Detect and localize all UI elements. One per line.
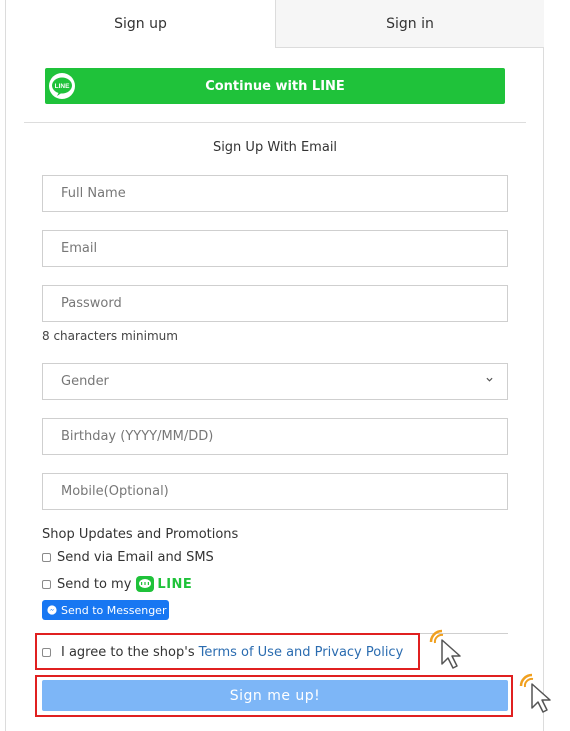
line-badge: LINE	[136, 576, 192, 592]
click-pointer-icon	[429, 629, 461, 669]
gender-select[interactable]: Gender	[42, 363, 508, 400]
mobile-input[interactable]: Mobile(Optional)	[42, 473, 508, 510]
messenger-button-label: Send to Messenger	[61, 603, 167, 617]
click-pointer-icon	[519, 673, 551, 713]
svg-text:LINE: LINE	[55, 83, 70, 90]
tab-sign-up[interactable]: Sign up	[6, 0, 275, 48]
terms-privacy-link[interactable]: Terms of Use and Privacy Policy	[199, 645, 404, 660]
gender-select-value: Gender	[61, 374, 109, 389]
full-name-input[interactable]: Full Name	[42, 175, 508, 212]
line-wordmark: LINE	[157, 576, 193, 592]
send-to-my-label: Send to my	[57, 576, 132, 592]
password-placeholder: Password	[61, 296, 122, 311]
updates-title: Shop Updates and Promotions	[42, 527, 239, 542]
email-sms-label: Send via Email and SMS	[57, 550, 214, 565]
sign-me-up-button[interactable]: Sign me up!	[42, 680, 508, 711]
full-name-placeholder: Full Name	[61, 186, 126, 201]
agree-terms-option[interactable]: I agree to the shop's Terms of Use and P…	[42, 645, 403, 660]
line-chat-icon	[136, 576, 155, 592]
divider	[24, 122, 526, 123]
line-button-label: Continue with LINE	[205, 78, 345, 94]
messenger-icon	[47, 605, 57, 615]
agree-terms-checkbox[interactable]	[42, 648, 51, 657]
mobile-placeholder: Mobile(Optional)	[61, 484, 169, 499]
continue-with-line-button[interactable]: LINE Continue with LINE	[45, 68, 505, 104]
tab-sign-in[interactable]: Sign in	[275, 0, 544, 48]
agree-terms-label: I agree to the shop's	[61, 645, 195, 660]
email-sms-checkbox[interactable]	[42, 553, 51, 562]
line-checkbox[interactable]	[42, 579, 51, 589]
line-logo-icon: LINE	[49, 73, 75, 99]
chevron-down-icon	[486, 377, 493, 382]
password-input[interactable]: Password	[42, 285, 508, 322]
password-hint: 8 characters minimum	[42, 329, 178, 343]
email-placeholder: Email	[61, 241, 98, 256]
line-option[interactable]: Send to my LINE	[42, 576, 192, 592]
form-heading: Sign Up With Email	[212, 140, 338, 155]
email-input[interactable]: Email	[42, 230, 508, 267]
send-to-messenger-button[interactable]: Send to Messenger	[42, 600, 169, 620]
email-sms-option[interactable]: Send via Email and SMS	[42, 550, 214, 565]
birthday-placeholder: Birthday (YYYY/MM/DD)	[61, 429, 214, 444]
birthday-input[interactable]: Birthday (YYYY/MM/DD)	[42, 418, 508, 455]
